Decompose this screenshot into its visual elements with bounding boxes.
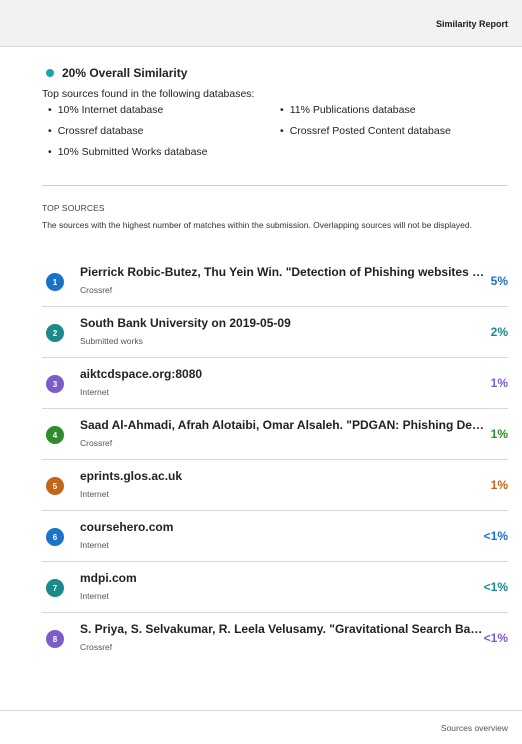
- source-type: Internet: [80, 387, 109, 397]
- databases-intro: Top sources found in the following datab…: [42, 88, 255, 100]
- source-title[interactable]: Pierrick Robic-Butez, Thu Yein Win. "Det…: [80, 265, 486, 279]
- source-number-badge: 7: [46, 579, 64, 597]
- source-title[interactable]: aiktcdspace.org:8080: [80, 367, 486, 381]
- source-number-badge: 1: [46, 273, 64, 291]
- source-title[interactable]: eprints.glos.ac.uk: [80, 469, 486, 483]
- source-type: Internet: [80, 540, 109, 550]
- source-number-badge: 4: [46, 426, 64, 444]
- database-list: 10% Internet database 11% Publications d…: [42, 104, 512, 168]
- source-percent: <1%: [483, 580, 508, 594]
- database-item: 10% Submitted Works database: [42, 146, 208, 158]
- source-title[interactable]: S. Priya, S. Selvakumar, R. Leela Velusa…: [80, 622, 486, 636]
- source-title[interactable]: South Bank University on 2019-05-09: [80, 316, 486, 330]
- database-item: 10% Internet database: [42, 104, 164, 116]
- source-number-badge: 5: [46, 477, 64, 495]
- source-row[interactable]: 6 coursehero.com Internet <1%: [42, 511, 508, 562]
- source-list: 1 Pierrick Robic-Butez, Thu Yein Win. "D…: [42, 256, 508, 664]
- source-row[interactable]: 1 Pierrick Robic-Butez, Thu Yein Win. "D…: [42, 256, 508, 307]
- source-title[interactable]: Saad Al-Ahmadi, Afrah Alotaibi, Omar Als…: [80, 418, 486, 432]
- overall-similarity: 20% Overall Similarity: [42, 66, 512, 80]
- status-dot-icon: [46, 69, 54, 77]
- report-title: Similarity Report: [435, 19, 508, 29]
- source-row[interactable]: 7 mdpi.com Internet <1%: [42, 562, 508, 613]
- source-number-badge: 8: [46, 630, 64, 648]
- footer-label: Sources overview: [440, 723, 508, 733]
- source-row[interactable]: 4 Saad Al-Ahmadi, Afrah Alotaibi, Omar A…: [42, 409, 508, 460]
- source-number-badge: 6: [46, 528, 64, 546]
- source-title[interactable]: mdpi.com: [80, 571, 486, 585]
- source-title[interactable]: coursehero.com: [80, 520, 486, 534]
- section-divider: [42, 185, 508, 186]
- source-type: Crossref: [80, 285, 113, 295]
- source-number-badge: 2: [46, 324, 64, 342]
- footer-divider: [0, 710, 522, 711]
- source-percent: 2%: [490, 325, 508, 339]
- overall-similarity-label: 20% Overall Similarity: [62, 66, 188, 80]
- database-item: 11% Publications database: [274, 104, 416, 116]
- source-percent: <1%: [483, 529, 508, 543]
- source-percent: 1%: [490, 478, 508, 492]
- source-percent: 1%: [490, 376, 508, 390]
- source-type: Submitted works: [80, 336, 143, 346]
- source-type: Internet: [80, 591, 109, 601]
- top-sources-heading: TOP SOURCES: [42, 203, 105, 213]
- report-header: Similarity Report: [0, 0, 522, 47]
- source-type: Crossref: [80, 642, 113, 652]
- source-row[interactable]: 8 S. Priya, S. Selvakumar, R. Leela Velu…: [42, 613, 508, 664]
- source-percent: 5%: [490, 274, 508, 288]
- source-type: Internet: [80, 489, 109, 499]
- source-percent: <1%: [483, 631, 508, 645]
- source-row[interactable]: 5 eprints.glos.ac.uk Internet 1%: [42, 460, 508, 511]
- database-item: Crossref Posted Content database: [274, 125, 451, 137]
- similarity-summary: 20% Overall Similarity Top sources found…: [42, 66, 512, 168]
- source-percent: 1%: [490, 427, 508, 441]
- source-number-badge: 3: [46, 375, 64, 393]
- source-row[interactable]: 2 South Bank University on 2019-05-09 Su…: [42, 307, 508, 358]
- top-sources-description: The sources with the highest number of m…: [42, 220, 472, 230]
- source-row[interactable]: 3 aiktcdspace.org:8080 Internet 1%: [42, 358, 508, 409]
- source-type: Crossref: [80, 438, 113, 448]
- database-item: Crossref database: [42, 125, 144, 137]
